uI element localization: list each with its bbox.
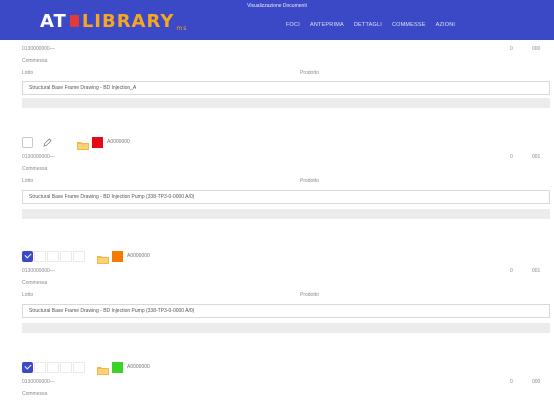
doc-code: 0130000000— bbox=[22, 46, 55, 52]
commessa-label: Commessa bbox=[22, 391, 48, 397]
lotto-label: Lotto bbox=[22, 70, 34, 76]
notes-bar bbox=[22, 323, 550, 333]
doc-rev: 0 bbox=[510, 379, 513, 385]
notes-bar bbox=[22, 209, 550, 219]
status-color-swatch bbox=[112, 250, 123, 262]
doc-number: 000 bbox=[532, 46, 541, 52]
doc-code: 0130000000— bbox=[22, 379, 55, 385]
document-card: 0130000000— 0 000 Commessa Lotto Prodott… bbox=[18, 40, 554, 120]
top-nav: FOCI ANTEPRIMA DETTAGLI COMMESSE AZIONI bbox=[286, 22, 455, 28]
toolbar-slot[interactable] bbox=[47, 250, 59, 262]
nav-dettagli[interactable]: DETTAGLI bbox=[354, 22, 382, 28]
lotto-label: Lotto bbox=[22, 178, 34, 184]
notes-bar bbox=[22, 98, 550, 108]
doc-tag: A0000000 bbox=[127, 253, 150, 259]
select-checkbox[interactable] bbox=[22, 250, 33, 262]
toolbar-slot[interactable] bbox=[73, 250, 85, 262]
document-card: 0130000000— 0 001 Commessa Lotto Prodott… bbox=[18, 152, 554, 232]
folder-icon[interactable] bbox=[97, 251, 109, 264]
toolbar-slot[interactable] bbox=[73, 361, 85, 373]
doc-rev: 0 bbox=[510, 46, 513, 52]
logo-at-text: AT bbox=[40, 10, 67, 32]
description-field[interactable]: Structural Base Frame Drawing - BD Injec… bbox=[22, 304, 550, 318]
toolbar-slot[interactable] bbox=[47, 361, 59, 373]
doc-number: 001 bbox=[532, 268, 541, 274]
doc-number: 000 bbox=[532, 379, 541, 385]
commessa-label: Commessa bbox=[22, 166, 48, 172]
doc-rev: 0 bbox=[510, 268, 513, 274]
toolbar-slot[interactable] bbox=[34, 250, 46, 262]
edit-pencil-icon[interactable] bbox=[41, 137, 53, 148]
record-toolbar: A0000000 bbox=[22, 136, 130, 150]
app-header: Visualizzazione Documenti AT LIBRARY ms … bbox=[0, 0, 554, 40]
prodotto-label: Prodotto bbox=[300, 178, 319, 184]
status-color-swatch bbox=[92, 136, 103, 148]
logo-red-mark bbox=[69, 15, 79, 27]
nav-anteprima[interactable]: ANTEPRIMA bbox=[310, 22, 344, 28]
document-card: 0130000000— 0 000 Commessa bbox=[18, 377, 554, 405]
lotto-label: Lotto bbox=[22, 292, 34, 298]
app-logo[interactable]: AT LIBRARY ms bbox=[40, 10, 188, 33]
description-field[interactable]: Structural Base Frame Drawing - BD Injec… bbox=[22, 81, 550, 95]
nav-foci[interactable]: FOCI bbox=[286, 22, 300, 28]
select-checkbox[interactable] bbox=[22, 361, 33, 373]
commessa-label: Commessa bbox=[22, 58, 48, 64]
doc-number: 001 bbox=[532, 154, 541, 160]
record-toolbar: A0000000 bbox=[22, 361, 150, 375]
logo-library-text: LIBRARY bbox=[81, 10, 175, 32]
folder-icon[interactable] bbox=[97, 362, 109, 375]
commessa-label: Commessa bbox=[22, 280, 48, 286]
doc-tag: A0000000 bbox=[107, 139, 130, 145]
doc-rev: 0 bbox=[510, 154, 513, 160]
doc-code: 0130000000— bbox=[22, 154, 55, 160]
doc-code: 0130000000— bbox=[22, 268, 55, 274]
toolbar-slot[interactable] bbox=[60, 361, 72, 373]
folder-icon[interactable] bbox=[77, 137, 89, 150]
status-color-swatch bbox=[112, 361, 123, 373]
nav-commesse[interactable]: COMMESSE bbox=[392, 22, 426, 28]
page-title: Visualizzazione Documenti bbox=[247, 3, 307, 9]
toolbar-slot[interactable] bbox=[34, 361, 46, 373]
document-card: 0130000000— 0 001 Commessa Lotto Prodott… bbox=[18, 266, 554, 346]
logo-sub-text: ms bbox=[176, 25, 188, 32]
select-checkbox[interactable] bbox=[22, 136, 33, 148]
nav-azioni[interactable]: AZIONI bbox=[436, 22, 456, 28]
prodotto-label: Prodotto bbox=[300, 292, 319, 298]
description-field[interactable]: Structural Base Frame Drawing - BD Injec… bbox=[22, 190, 550, 204]
record-toolbar: A0000000 bbox=[22, 250, 150, 264]
prodotto-label: Prodotto bbox=[300, 70, 319, 76]
toolbar-slot[interactable] bbox=[60, 250, 72, 262]
doc-tag: A0000000 bbox=[127, 364, 150, 370]
